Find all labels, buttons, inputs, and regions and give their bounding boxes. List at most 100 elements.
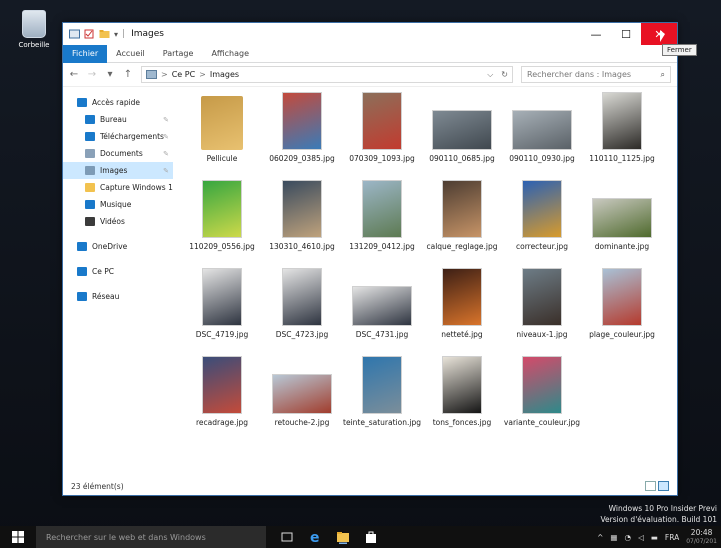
address-dropdown-icon[interactable]: ⌵ xyxy=(487,70,493,80)
image-thumbnail xyxy=(352,286,412,326)
file-view: Pellicule 060209_0385.jpg 070309_1093.jpg 0… xyxy=(173,88,677,477)
star-icon xyxy=(77,98,87,107)
image-file-item[interactable]: variante_couleur.jpg xyxy=(503,356,581,427)
pin-icon[interactable]: ✎ xyxy=(163,167,169,175)
checkbox-icon[interactable] xyxy=(84,29,95,39)
image-thumbnail xyxy=(282,92,322,150)
address-bar[interactable]: > Ce PC > Images ⌵ ↻ xyxy=(141,66,513,83)
clock[interactable]: 20:48 07/07/201 xyxy=(686,528,717,546)
details-view-icon[interactable] xyxy=(645,481,656,491)
breadcrumb-ce-pc[interactable]: Ce PC xyxy=(172,70,195,79)
pictures-icon xyxy=(85,166,95,175)
up-button[interactable]: ↑ xyxy=(123,69,133,80)
image-file-item[interactable]: 131209_0412.jpg xyxy=(343,180,421,251)
close-button[interactable]: ✕ xyxy=(641,23,677,45)
minimize-button[interactable]: — xyxy=(581,23,611,45)
nav-item-label: Réseau xyxy=(92,292,120,301)
file-name: DSC_4723.jpg xyxy=(275,330,329,339)
file-name: calque_reglage.jpg xyxy=(426,242,498,251)
image-file-item[interactable]: teinte_saturation.jpg xyxy=(343,356,421,427)
folder-icon xyxy=(85,183,95,192)
recent-locations-button[interactable]: ▾ xyxy=(105,69,115,80)
network-tray-icon[interactable]: ▦ xyxy=(610,533,617,542)
maximize-button[interactable]: ☐ xyxy=(611,23,641,45)
file-name: netteté.jpg xyxy=(441,330,483,339)
taskbar-search-input[interactable]: Rechercher sur le web et dans Windows xyxy=(36,526,266,548)
nav-item[interactable]: Images ✎ xyxy=(63,162,173,179)
image-file-item[interactable]: 060209_0385.jpg xyxy=(263,92,341,163)
nav-item-label: Musique xyxy=(100,200,132,209)
tab-accueil[interactable]: Accueil xyxy=(107,45,154,63)
properties-icon[interactable] xyxy=(69,29,80,39)
pin-icon[interactable]: ✎ xyxy=(163,150,169,158)
breadcrumb-images[interactable]: Images xyxy=(210,70,239,79)
search-input[interactable]: Rechercher dans : Images ⌕ xyxy=(521,66,671,83)
nav-item-label: Téléchargements xyxy=(100,132,164,141)
tab-fichier[interactable]: Fichier xyxy=(63,44,108,63)
image-file-item[interactable]: 110209_0556.jpg xyxy=(183,180,261,251)
search-icon[interactable]: ⌕ xyxy=(661,70,665,80)
nav-item-label: Images xyxy=(100,166,128,175)
title-bar[interactable]: ▾ | Images — ☐ ✕ xyxy=(63,23,677,45)
image-file-item[interactable]: 130310_4610.jpg xyxy=(263,180,341,251)
nav-item[interactable]: Documents ✎ xyxy=(63,145,173,162)
mouse-cursor-icon xyxy=(660,30,665,42)
image-file-item[interactable]: netteté.jpg xyxy=(423,268,501,339)
pin-icon[interactable]: ✎ xyxy=(163,133,169,141)
nav-item[interactable]: Accès rapide xyxy=(63,94,173,111)
volume-icon[interactable]: ◁ xyxy=(638,533,644,542)
nav-item[interactable]: Ce PC xyxy=(63,263,173,280)
folder-item[interactable]: Pellicule xyxy=(183,92,261,163)
tab-affichage[interactable]: Affichage xyxy=(202,45,258,63)
breadcrumb-separator: > xyxy=(199,70,206,79)
tray-chevron-icon[interactable]: ^ xyxy=(597,533,603,542)
image-file-item[interactable]: calque_reglage.jpg xyxy=(423,180,501,251)
image-file-item[interactable]: DSC_4719.jpg xyxy=(183,268,261,339)
edge-browser-icon[interactable]: e xyxy=(308,530,322,544)
image-file-item[interactable]: tons_fonces.jpg xyxy=(423,356,501,427)
nav-item[interactable]: Capture Windows 1 xyxy=(63,179,173,196)
refresh-icon[interactable]: ↻ xyxy=(501,70,508,80)
image-file-item[interactable]: dominante.jpg xyxy=(583,180,661,251)
customize-toolbar-chevron-icon[interactable]: ▾ xyxy=(114,30,118,39)
file-name: recadrage.jpg xyxy=(195,418,249,427)
recycle-bin-icon xyxy=(22,10,46,38)
pin-icon[interactable]: ✎ xyxy=(163,116,169,124)
image-file-item[interactable]: correcteur.jpg xyxy=(503,180,581,251)
nav-item[interactable]: OneDrive xyxy=(63,238,173,255)
image-file-item[interactable]: 090110_0685.jpg xyxy=(423,92,501,163)
image-file-item[interactable]: recadrage.jpg xyxy=(183,356,261,427)
nav-item[interactable]: Téléchargements ✎ xyxy=(63,128,173,145)
file-name: DSC_4731.jpg xyxy=(355,330,409,339)
image-file-item[interactable]: 110110_1125.jpg xyxy=(583,92,661,163)
svg-text:e: e xyxy=(310,530,320,544)
nav-item[interactable]: Bureau ✎ xyxy=(63,111,173,128)
forward-button[interactable]: → xyxy=(87,69,97,80)
task-view-icon[interactable] xyxy=(280,530,294,544)
image-thumbnail xyxy=(602,268,642,326)
store-icon[interactable] xyxy=(364,530,378,544)
recycle-bin-shortcut[interactable]: Corbeille xyxy=(14,10,54,49)
image-thumbnail xyxy=(202,268,242,326)
notifications-icon[interactable]: ▬ xyxy=(651,533,658,542)
image-file-item[interactable]: DSC_4731.jpg xyxy=(343,268,421,339)
nav-item[interactable]: Musique xyxy=(63,196,173,213)
large-icons-view-icon[interactable] xyxy=(658,481,669,491)
tab-partage[interactable]: Partage xyxy=(154,45,203,63)
file-name: 090110_0930.jpg xyxy=(509,154,575,163)
start-button[interactable] xyxy=(0,526,36,548)
back-button[interactable]: ← xyxy=(69,69,79,80)
nav-item[interactable]: Réseau xyxy=(63,288,173,305)
nav-item-label: Ce PC xyxy=(92,267,114,276)
image-file-item[interactable]: DSC_4723.jpg xyxy=(263,268,341,339)
wifi-icon[interactable]: ◔ xyxy=(624,533,631,542)
image-file-item[interactable]: plage_couleur.jpg xyxy=(583,268,661,339)
image-file-item[interactable]: 070309_1093.jpg xyxy=(343,92,421,163)
image-file-item[interactable]: 090110_0930.jpg xyxy=(503,92,581,163)
nav-item[interactable]: Vidéos xyxy=(63,213,173,230)
input-language[interactable]: FRA xyxy=(665,533,679,542)
image-file-item[interactable]: retouche-2.jpg xyxy=(263,356,341,427)
image-file-item[interactable]: niveaux-1.jpg xyxy=(503,268,581,339)
file-explorer-icon[interactable] xyxy=(336,530,350,544)
new-folder-icon[interactable] xyxy=(99,29,110,39)
